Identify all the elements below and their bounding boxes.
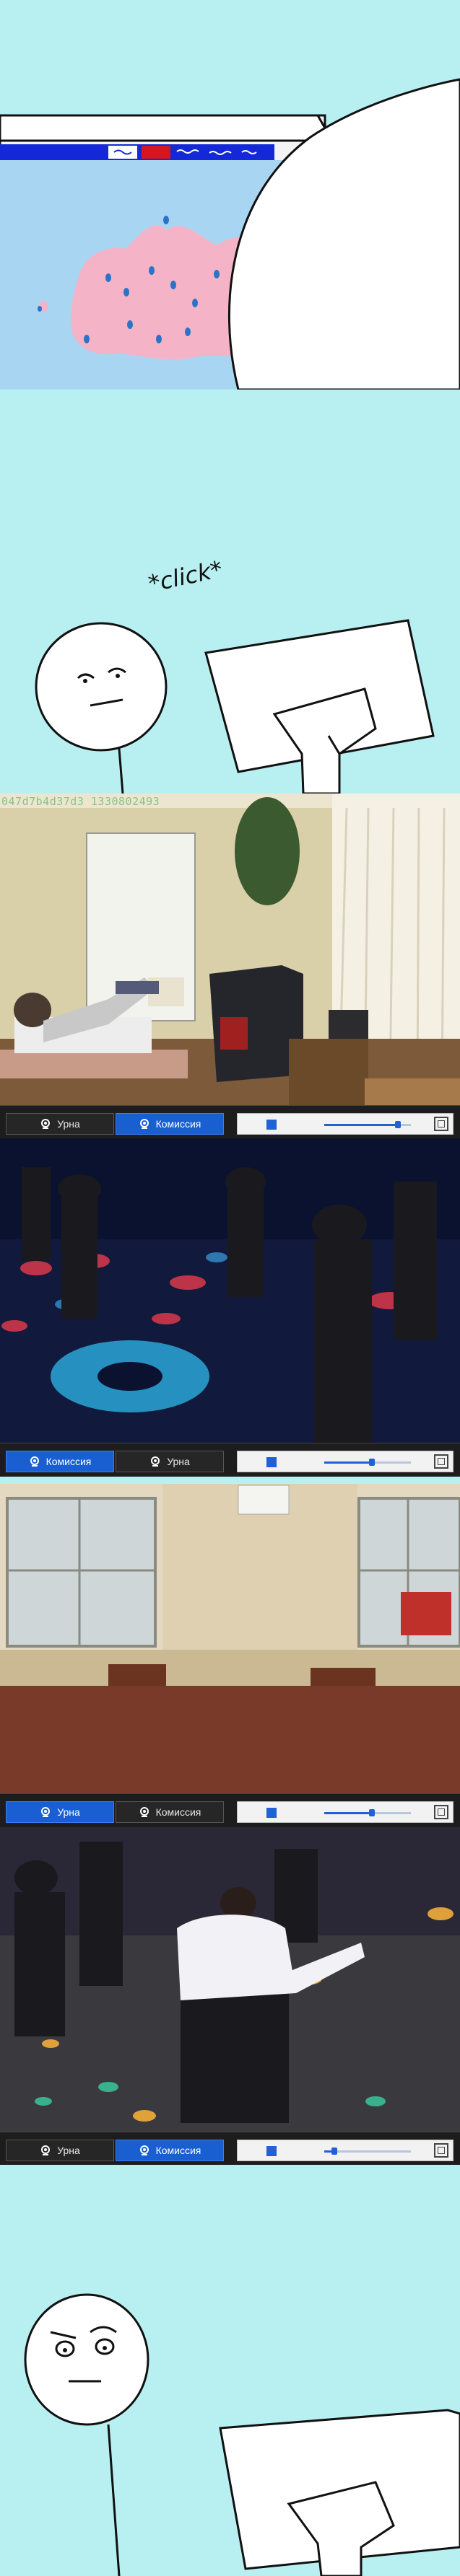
comic-panel-1 <box>0 0 460 390</box>
player-controls-2: Комиссия Урна <box>0 1443 460 1477</box>
tab-komissiya[interactable]: Комиссия <box>6 1451 114 1472</box>
menu-item-red <box>142 146 170 159</box>
volume-fill <box>324 1124 398 1126</box>
camera-image-4 <box>0 1827 460 2134</box>
webcam-icon <box>41 2145 51 2155</box>
webcam-icon <box>151 1456 160 1467</box>
webcam-icon <box>30 1456 39 1467</box>
camera-image-1 <box>0 794 460 1138</box>
tab-label: Комиссия <box>155 1118 201 1130</box>
reaction-scene <box>24 2293 460 2576</box>
volume-slider[interactable] <box>324 1809 411 1816</box>
tab-label: Урна <box>57 2145 80 2156</box>
camera-image-2 <box>0 1138 460 1450</box>
tab-label: Урна <box>57 1118 80 1130</box>
webcam-icon <box>139 1807 149 1817</box>
tab-label: Комиссия <box>155 2145 201 2156</box>
video-player-bar <box>237 2140 454 2161</box>
video-player-bar <box>237 1451 454 1472</box>
volume-slider[interactable] <box>324 1121 411 1128</box>
stop-button[interactable] <box>266 1808 277 1818</box>
volume-fill <box>324 1461 372 1464</box>
volume-fill <box>324 1812 372 1814</box>
tab-label: Комиссия <box>155 1806 201 1818</box>
click-scene <box>35 619 435 794</box>
volume-slider[interactable] <box>324 1459 411 1466</box>
volume-knob[interactable] <box>369 1809 375 1816</box>
video-player-bar <box>237 1113 454 1135</box>
comic-panel-6 <box>0 2165 460 2576</box>
stop-button[interactable] <box>266 1457 277 1467</box>
browser-top-bar <box>0 114 334 142</box>
video-frame-4 <box>0 1827 460 2134</box>
player-controls-1: Урна Комиссия <box>0 1105 460 1139</box>
volume-knob[interactable] <box>331 2148 338 2155</box>
webcam-icon <box>139 2145 149 2155</box>
player-controls-3: Урна Комиссия <box>0 1793 460 1827</box>
tab-komissiya[interactable]: Комиссия <box>116 1801 224 1823</box>
tab-urna[interactable]: Урна <box>6 1801 114 1823</box>
comic-panel-2: *click* <box>0 390 460 794</box>
stickman-head <box>24 2293 149 2426</box>
volume-slider[interactable] <box>324 2148 411 2155</box>
stop-button[interactable] <box>266 2146 277 2156</box>
player-controls-4: Урна Комиссия <box>0 2132 460 2166</box>
body <box>118 748 124 794</box>
webcam-icon <box>41 1119 51 1129</box>
video-frame-1: 047d7b4d37d3 1330802493 <box>0 794 460 1138</box>
tab-urna[interactable]: Урна <box>6 1113 114 1135</box>
tab-label: Урна <box>167 1456 190 1467</box>
tab-komissiya[interactable]: Комиссия <box>116 2140 224 2161</box>
fullscreen-button[interactable] <box>434 1805 448 1819</box>
fullscreen-button[interactable] <box>434 1454 448 1469</box>
tab-label: Комиссия <box>45 1456 92 1467</box>
camera-image-3 <box>0 1484 460 1800</box>
fullscreen-button[interactable] <box>434 1117 448 1131</box>
volume-knob[interactable] <box>395 1121 401 1128</box>
tab-label: Урна <box>57 1806 80 1818</box>
tab-urna[interactable]: Урна <box>116 1451 224 1472</box>
video-player-bar <box>237 1801 454 1823</box>
fullscreen-button[interactable] <box>434 2143 448 2158</box>
video-frame-2 <box>0 1138 460 1450</box>
volume-knob[interactable] <box>369 1459 375 1466</box>
browser-map-scene <box>0 78 460 390</box>
webcam-icon <box>139 1119 149 1129</box>
video-frame-3 <box>0 1484 460 1800</box>
camera-id-text: 047d7b4d37d3 1330802493 <box>1 795 160 808</box>
stickman-head <box>35 622 168 752</box>
tab-urna[interactable]: Урна <box>6 2140 114 2161</box>
body <box>107 2424 121 2576</box>
stop-button[interactable] <box>266 1120 277 1130</box>
tab-komissiya[interactable]: Комиссия <box>116 1113 224 1135</box>
webcam-icon <box>41 1807 51 1817</box>
